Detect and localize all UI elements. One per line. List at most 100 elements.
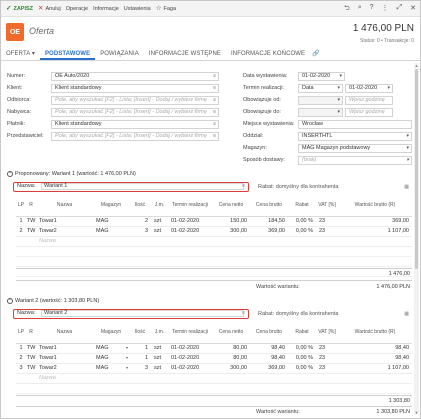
cell-brutto[interactable]: 369,00	[250, 226, 288, 237]
col-cena-brutto[interactable]: Cena brutto	[250, 194, 288, 217]
cell-netto[interactable]: 80,00	[212, 343, 250, 354]
cell-magazyn[interactable]: MAG ▾	[93, 363, 129, 374]
chevron-down-icon[interactable]: ▾	[406, 157, 409, 164]
cell-netto[interactable]: 300,00	[212, 363, 250, 374]
cancel-button[interactable]: ✕ Anuluj	[38, 5, 61, 12]
cell-magazyn[interactable]: MAG	[93, 216, 129, 227]
cell-magazyn[interactable]: MAG ▾	[93, 353, 129, 364]
chevron-down-icon[interactable]: ▾	[406, 133, 409, 140]
new-row-placeholder[interactable]: Nazwa	[36, 236, 93, 247]
termin-mode-select[interactable]: Data ▾	[298, 84, 343, 93]
col-nazwa[interactable]: Nazwa	[36, 194, 93, 217]
menu-icon[interactable]: ≡	[213, 133, 216, 140]
chevron-down-icon[interactable]: ▾	[337, 97, 340, 104]
menu-icon[interactable]: ≡	[242, 183, 245, 190]
cell-rabat[interactable]: 0,00 %	[288, 343, 316, 354]
col-jm[interactable]: J.m.	[151, 321, 168, 344]
cell-nazwa[interactable]: Towar2	[36, 226, 93, 237]
chevron-down-icon[interactable]: ▾	[406, 145, 409, 152]
collapse-icon[interactable]: ⌃	[7, 298, 13, 304]
cell-netto[interactable]: 300,00	[212, 226, 250, 237]
close-window-icon[interactable]: ✕	[410, 4, 416, 15]
menu-icon[interactable]: ≡	[213, 85, 216, 92]
miejsce-wystawienia-field[interactable]: Wrocław	[298, 120, 412, 129]
platnik-field[interactable]: Klient standardowy ≡	[51, 120, 219, 129]
col-r[interactable]: R	[26, 321, 36, 344]
table-row[interactable]: 2 TW Towar2 MAG 3 szt 01-02-2020 300,00 …	[16, 226, 412, 237]
col-termin[interactable]: Termin realizacji	[168, 194, 212, 217]
col-nazwa[interactable]: Nazwa	[36, 321, 93, 344]
cell-rabat[interactable]: 0,00 %	[288, 226, 316, 237]
attachment-icon[interactable]: 🔗	[312, 50, 319, 60]
cell-ilosc[interactable]: 3	[129, 226, 151, 237]
cell-brutto[interactable]: 98,40	[250, 343, 288, 354]
numer-field[interactable]: OE Auto/2020 ≡	[51, 72, 219, 81]
cell-netto[interactable]: 80,00	[212, 353, 250, 364]
col-lp[interactable]: LP	[16, 194, 26, 217]
col-jm[interactable]: J.m.	[151, 194, 168, 217]
cell-brutto[interactable]: 184,50	[250, 216, 288, 227]
scroll-up-icon[interactable]: ▲	[414, 63, 419, 68]
col-termin[interactable]: Termin realizacji	[168, 321, 212, 344]
grid-menu-icon[interactable]: ▦	[404, 311, 409, 317]
col-lp[interactable]: LP	[16, 321, 26, 344]
chevron-down-icon[interactable]: ▾	[126, 365, 129, 370]
cell-jm[interactable]: szt	[151, 353, 168, 364]
table-row[interactable]: 1 TW Towar1 MAG ▾ 1 szt 01-02-2020 80,00 …	[16, 343, 412, 354]
data-wystawienia-field[interactable]: 01-02-2020 ▾	[298, 72, 345, 81]
grid-menu-icon[interactable]: ▦	[404, 184, 409, 190]
col-r[interactable]: R	[26, 194, 36, 217]
cell-nazwa[interactable]: Towar1	[36, 353, 93, 364]
collapse-icon[interactable]: ⌃	[7, 171, 13, 177]
vertical-scrollbar[interactable]: ▲ ▼	[414, 63, 419, 415]
variant1-header[interactable]: ⌃ Proponowany: Wariant 1 (wartość: 1 476…	[7, 171, 136, 177]
cell-nazwa[interactable]: Towar2	[36, 363, 93, 374]
nabywca-field[interactable]: Pole, aby wyszukać [F2] - Lista; [Insert…	[51, 108, 219, 117]
table-row[interactable]: 2 TW Towar1 MAG ▾ 1 szt 01-02-2020 80,00 …	[16, 353, 412, 364]
cell-termin[interactable]: 01-02-2020	[168, 226, 212, 237]
cell-nazwa[interactable]: Towar1	[36, 216, 93, 227]
tab-oferta[interactable]: OFERTA ▾	[1, 50, 40, 60]
col-magazyn[interactable]: Magazyn	[93, 321, 129, 344]
oddzial-select[interactable]: INSERTHTL ▾	[298, 132, 412, 141]
cell-termin[interactable]: 01-02-2020	[168, 343, 212, 354]
tab-powiazania[interactable]: POWIĄZANIA	[95, 51, 144, 60]
chevron-down-icon[interactable]: ▾	[126, 345, 129, 350]
cell-brutto[interactable]: 98,40	[250, 353, 288, 364]
flag-button[interactable]: ☆ Faga	[156, 5, 176, 12]
col-cena-netto[interactable]: Cena netto	[212, 321, 250, 344]
search-icon[interactable]: ⌕	[358, 4, 362, 15]
col-cena-netto[interactable]: Cena netto	[212, 194, 250, 217]
menu-icon[interactable]: ≡	[242, 310, 245, 317]
cell-rabat[interactable]: 0,00 %	[288, 363, 316, 374]
save-button[interactable]: ✓ ZAPISZ	[6, 5, 33, 12]
sposob-dostawy-select[interactable]: (brak) ▾	[298, 156, 412, 165]
menu-icon[interactable]: ≡	[213, 73, 216, 80]
table-row[interactable]: 1 TW Towar1 MAG 2 szt 01-02-2020 150,00 …	[16, 216, 412, 227]
przedstawiciel-field[interactable]: Pole, aby wyszukać [F2] - Lista; [Insert…	[51, 132, 219, 141]
cell-jm[interactable]: szt	[151, 226, 168, 237]
cell-magazyn[interactable]: MAG ▾	[93, 343, 129, 354]
cell-netto[interactable]: 150,00	[212, 216, 250, 227]
obowiazuje-do-time[interactable]: Wpisz godzinę	[345, 108, 393, 117]
new-row[interactable]: Nazwa	[16, 236, 412, 247]
cell-rabat[interactable]: 0,00 %	[288, 353, 316, 364]
chevron-down-icon[interactable]: ▾	[337, 85, 340, 92]
chevron-down-icon[interactable]: ▾	[339, 73, 342, 80]
cell-vat[interactable]: 23	[316, 343, 338, 354]
cell-rabat[interactable]: 0,00 %	[288, 216, 316, 227]
col-rabat[interactable]: Rabat	[288, 194, 316, 217]
cell-termin[interactable]: 01-02-2020	[168, 363, 212, 374]
tab-informacje-wstepne[interactable]: INFORMACJE WSTĘPNE	[144, 51, 226, 60]
cell-ilosc[interactable]: 3	[129, 363, 151, 374]
cell-vat[interactable]: 23	[316, 363, 338, 374]
cell-termin[interactable]: 01-02-2020	[168, 353, 212, 364]
tab-podstawowe[interactable]: PODSTAWOWE	[39, 51, 96, 60]
menu-icon[interactable]: ≡	[213, 109, 216, 116]
col-cena-brutto[interactable]: Cena brutto	[250, 321, 288, 344]
obowiazuje-do-date[interactable]: ▾	[298, 108, 343, 117]
cell-termin[interactable]: 01-02-2020	[168, 216, 212, 227]
table-row[interactable]: 3 TW Towar2 MAG ▾ 3 szt 01-02-2020 300,00…	[16, 363, 412, 374]
cell-vat[interactable]: 23	[316, 216, 338, 227]
cell-jm[interactable]: szt	[151, 216, 168, 227]
